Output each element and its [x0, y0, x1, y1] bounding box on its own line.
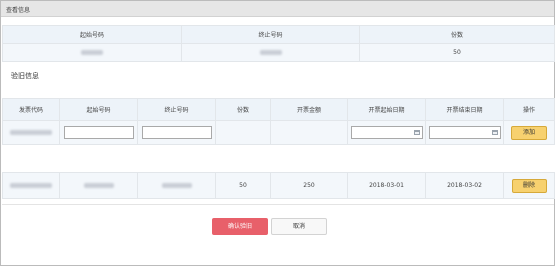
start-date-input[interactable]	[350, 126, 423, 139]
invoice-code-cell	[2, 120, 60, 145]
redacted-value	[10, 130, 52, 135]
info-end-number-cell	[181, 43, 360, 62]
info-header-row: 起始号码 终止号码 份数	[2, 25, 555, 44]
add-button[interactable]: 添加	[511, 125, 547, 140]
view-info-dialog: 查看信息 起始号码 终止号码 份数 50 验旧信息 发票代码 起始号码 终止号码…	[0, 0, 555, 266]
info-copies-cell: 50	[359, 43, 555, 62]
redacted-value	[161, 183, 192, 188]
info-header-copies: 份数	[359, 25, 555, 44]
end-number-input-cell	[137, 120, 216, 145]
table-row: 50 250 2018-03-01 2018-03-02 删除	[2, 172, 555, 199]
row-copies: 50	[215, 172, 271, 199]
spacer-cell	[2, 144, 555, 173]
dialog-titlebar: 查看信息	[1, 1, 554, 17]
row-invoice-code	[2, 172, 60, 199]
row-start-number	[59, 172, 138, 199]
header-start-number: 起始号码	[59, 98, 138, 121]
header-end-date: 开票结束日期	[425, 98, 504, 121]
header-start-date: 开票起始日期	[347, 98, 426, 121]
calendar-icon[interactable]	[413, 130, 420, 135]
add-cell: 添加	[503, 120, 555, 145]
row-end-date: 2018-03-02	[425, 172, 504, 199]
cancel-button[interactable]: 取消	[271, 218, 327, 235]
end-number-input[interactable]	[141, 126, 212, 139]
info-table: 起始号码 终止号码 份数 50	[2, 25, 555, 62]
input-row: 添加	[2, 120, 555, 145]
section-label: 验旧信息	[11, 72, 39, 80]
row-start-date: 2018-03-01	[347, 172, 426, 199]
header-invoice-code: 发票代码	[2, 98, 60, 121]
redacted-value	[10, 183, 52, 188]
header-actions: 操作	[503, 98, 555, 121]
spacer-row	[2, 144, 555, 173]
header-copies: 份数	[215, 98, 271, 121]
dialog-title: 查看信息	[6, 7, 31, 14]
verify-old-table: 发票代码 起始号码 终止号码 份数 开票金额 开票起始日期 开票结束日期 操作 …	[2, 98, 555, 199]
header-amount: 开票金额	[270, 98, 348, 121]
copies-empty-cell	[215, 120, 271, 145]
end-date-input[interactable]	[428, 126, 501, 139]
redacted-value	[83, 183, 114, 188]
row-end-number	[137, 172, 216, 199]
footer-divider	[2, 204, 554, 205]
info-header-start-number: 起始号码	[2, 25, 182, 44]
confirm-verify-button[interactable]: 确认验旧	[212, 218, 268, 235]
sub-header-row: 发票代码 起始号码 终止号码 份数 开票金额 开票起始日期 开票结束日期 操作	[2, 98, 555, 121]
info-data-row: 50	[2, 43, 555, 62]
amount-empty-cell	[270, 120, 348, 145]
row-amount: 250	[270, 172, 348, 199]
header-end-number: 终止号码	[137, 98, 216, 121]
info-start-number-cell	[2, 43, 182, 62]
delete-button[interactable]: 删除	[511, 178, 547, 193]
end-date-cell	[425, 120, 504, 145]
start-date-cell	[347, 120, 426, 145]
redacted-value	[259, 50, 282, 55]
redacted-value	[81, 50, 103, 55]
start-number-input-cell	[59, 120, 138, 145]
row-action-cell: 删除	[503, 172, 555, 199]
start-number-input[interactable]	[63, 126, 134, 139]
calendar-icon[interactable]	[491, 130, 498, 135]
info-header-end-number: 终止号码	[181, 25, 360, 44]
